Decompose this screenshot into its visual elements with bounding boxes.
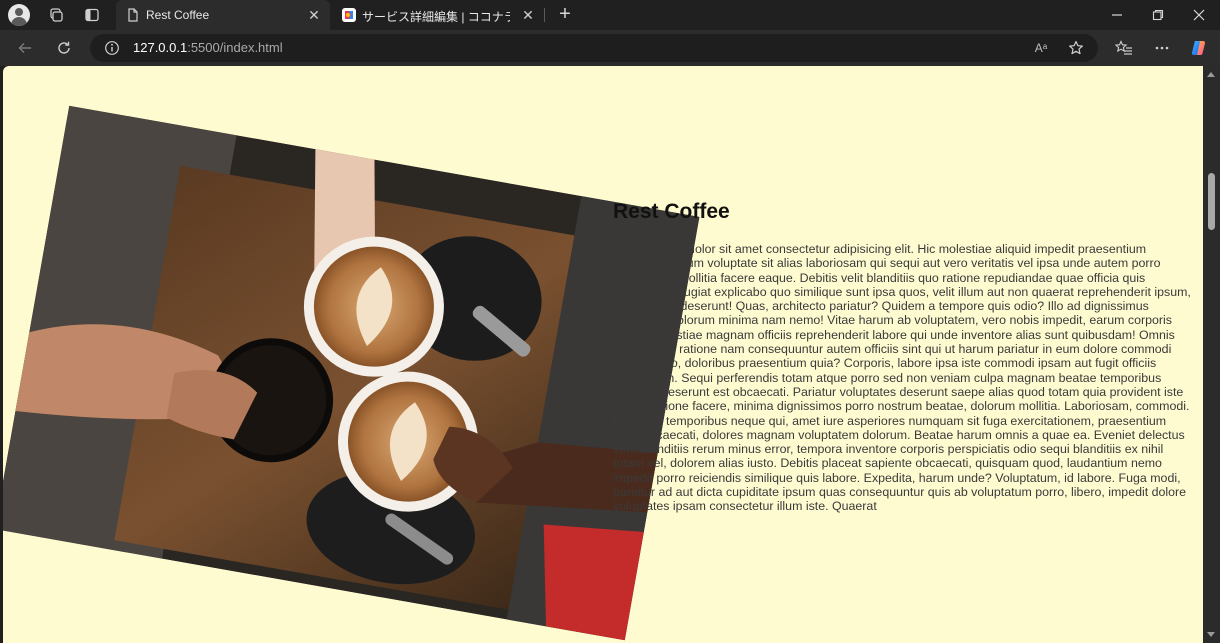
tab-rest-coffee[interactable]: Rest Coffee ✕ [116, 0, 330, 30]
url-path: :5500/index.html [187, 40, 283, 55]
address-bar[interactable]: 127.0.0.1:5500/index.html Aᵃ [90, 34, 1098, 62]
copilot-icon[interactable] [1186, 36, 1212, 60]
tab-coconala[interactable]: サービス詳細編集 | ココナラ ✕ [332, 0, 544, 30]
scrollbar-thumb[interactable] [1208, 173, 1215, 230]
back-arrow-icon[interactable] [12, 36, 38, 60]
tab-actions-icon[interactable] [80, 4, 104, 26]
hero-coffee-image [3, 105, 700, 641]
favorites-list-icon[interactable] [1111, 36, 1137, 60]
tab-separator [544, 8, 545, 22]
page-scrollbar[interactable] [1203, 66, 1220, 643]
profile-avatar-icon[interactable] [8, 4, 30, 26]
tab-title: Rest Coffee [146, 8, 210, 22]
read-aloud-icon[interactable]: Aᵃ [1030, 38, 1052, 58]
refresh-icon[interactable] [51, 36, 77, 60]
minimize-icon[interactable] [1096, 0, 1138, 30]
page-file-icon [126, 8, 140, 22]
tab-strip: Rest Coffee ✕ サービス詳細編集 | ココナラ ✕ + [0, 0, 1220, 30]
more-options-icon[interactable] [1149, 36, 1175, 60]
workspaces-icon[interactable] [44, 4, 68, 26]
browser-toolbar: 127.0.0.1:5500/index.html Aᵃ [0, 30, 1220, 66]
new-tab-plus-icon[interactable]: + [554, 4, 576, 26]
tab-title: サービス詳細編集 | ココナラ [362, 10, 510, 24]
scroll-up-arrow-icon[interactable] [1207, 72, 1215, 77]
page-viewport: Rest Coffee Lorem ipsum dolor sit amet c… [3, 66, 1203, 643]
url-text[interactable]: 127.0.0.1:5500/index.html [133, 40, 283, 55]
page-title: Rest Coffee [613, 200, 730, 223]
coconala-logo-icon [342, 8, 356, 22]
close-tab-icon[interactable]: ✕ [306, 7, 322, 23]
scroll-down-arrow-icon[interactable] [1207, 632, 1215, 637]
close-tab-icon[interactable]: ✕ [520, 7, 536, 23]
url-host: 127.0.0.1 [133, 40, 188, 55]
window-close-icon[interactable] [1178, 0, 1220, 30]
restore-icon[interactable] [1137, 0, 1179, 30]
favorite-star-icon[interactable] [1065, 38, 1087, 58]
site-info-icon[interactable] [104, 40, 120, 56]
body-paragraph: Lorem ipsum dolor sit amet consectetur a… [613, 242, 1191, 514]
